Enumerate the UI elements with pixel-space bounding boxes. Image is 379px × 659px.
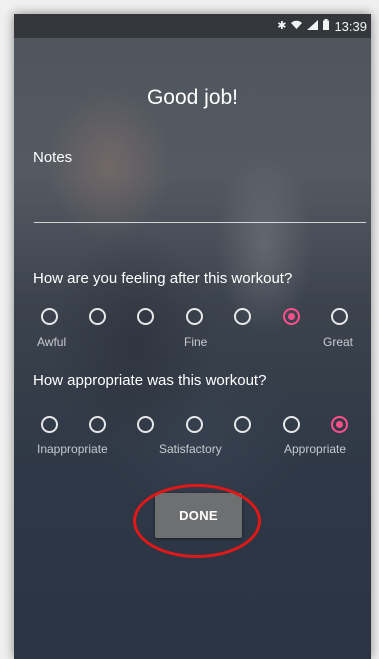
appropriateness-rating-group [14, 412, 371, 438]
feeling-question: How are you feeling after this workout? [33, 270, 293, 287]
feeling-radio-4[interactable] [186, 308, 203, 325]
status-bar: ✱ 13:39 [14, 14, 371, 38]
appropriateness-radio-6[interactable] [283, 416, 300, 433]
feeling-label-low: Awful [37, 335, 67, 349]
feeling-label-mid: Fine [184, 335, 208, 349]
feeling-rating-group [14, 304, 371, 330]
appropriateness-radio-5[interactable] [234, 416, 251, 433]
appropriateness-label-high: Appropriate [284, 442, 347, 456]
feeling-label-high: Great [323, 335, 354, 349]
feeling-radio-5[interactable] [234, 308, 251, 325]
feeling-radio-1[interactable] [41, 308, 58, 325]
appropriateness-label-mid: Satisfactory [159, 442, 222, 456]
appropriateness-radio-3[interactable] [137, 416, 154, 433]
appropriateness-radio-2[interactable] [89, 416, 106, 433]
status-time: 13:39 [334, 18, 367, 34]
feeling-radio-3[interactable] [137, 308, 154, 325]
app-screen: ✱ 13:39 Good job! Notes How are you feel… [14, 14, 371, 659]
appropriateness-radio-4[interactable] [186, 416, 203, 433]
appropriateness-radio-7[interactable] [331, 416, 348, 433]
notes-input[interactable] [34, 206, 366, 223]
feeling-radio-6[interactable] [283, 308, 300, 325]
feeling-radio-2[interactable] [89, 308, 106, 325]
bluetooth-icon: ✱ [277, 19, 287, 32]
appropriateness-question: How appropriate was this workout? [33, 372, 267, 389]
notes-label: Notes [33, 149, 73, 166]
done-button[interactable]: DONE [155, 493, 242, 538]
battery-icon [323, 19, 330, 33]
signal-icon [307, 19, 319, 33]
appropriateness-radio-1[interactable] [41, 416, 58, 433]
appropriateness-label-low: Inappropriate [37, 442, 108, 456]
wifi-icon [291, 20, 303, 33]
feeling-radio-7[interactable] [331, 308, 348, 325]
page-title: Good job! [146, 86, 239, 109]
